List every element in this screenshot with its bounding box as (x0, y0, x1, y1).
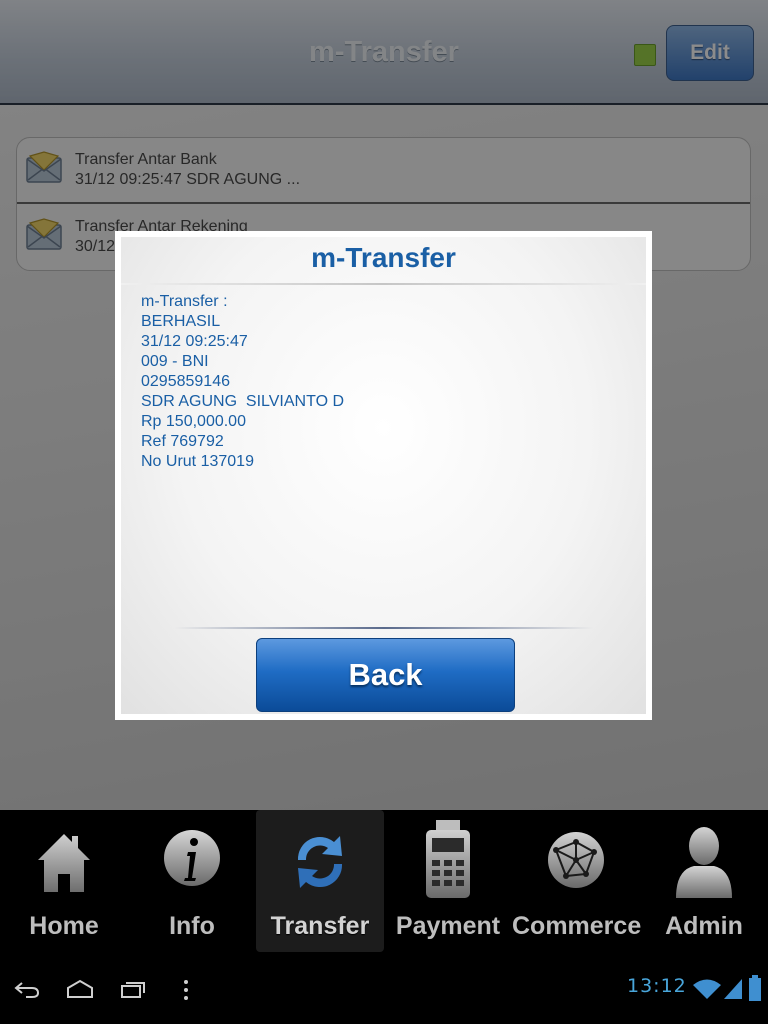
tab-bar: Home Info Transfer Payment Commerce Admi… (0, 810, 768, 965)
recent-apps-icon[interactable] (120, 979, 146, 999)
home-nav-icon[interactable] (66, 979, 94, 999)
info-icon (164, 830, 220, 886)
message-line: 0295859146 (141, 373, 230, 390)
transfer-result-dialog: m-Transfer m-Transfer : BERHASIL 31/12 0… (115, 231, 652, 720)
dialog-body: m-Transfer m-Transfer : BERHASIL 31/12 0… (121, 237, 646, 714)
admin-icon (676, 827, 732, 898)
tab-label: Payment (395, 912, 501, 940)
tab-info[interactable]: Info (128, 810, 256, 952)
tab-home[interactable]: Home (0, 810, 128, 952)
tab-label: Home (29, 912, 99, 940)
message-line: 31/12 09:25:47 (141, 333, 248, 350)
tab-transfer[interactable]: Transfer (256, 810, 384, 952)
signal-icon (724, 979, 742, 999)
tab-label: Admin (665, 912, 743, 940)
dialog-divider (121, 283, 646, 285)
tab-admin[interactable]: Admin (640, 810, 768, 952)
tab-label: Info (169, 912, 215, 940)
tab-label: Commerce (512, 912, 642, 940)
tab-payment[interactable]: Payment (384, 810, 512, 952)
transfer-icon (297, 836, 343, 888)
dialog-message: m-Transfer : BERHASIL 31/12 09:25:47 009… (141, 292, 344, 472)
system-bar: 13:12 (0, 965, 768, 1024)
clock: 13:12 (627, 975, 687, 997)
wifi-icon (693, 979, 721, 999)
message-line: SDR AGUNG SILVIANTO D (141, 393, 345, 410)
payment-icon (426, 820, 470, 898)
tab-commerce[interactable]: Commerce (512, 810, 642, 952)
tab-label: Transfer (270, 912, 370, 940)
message-line: Ref 769792 (141, 433, 224, 450)
message-line: 009 - BNI (141, 353, 209, 370)
message-line: No Urut 137019 (141, 453, 254, 470)
battery-icon (749, 975, 761, 1001)
back-button[interactable]: Back (256, 638, 515, 712)
message-line: BERHASIL (141, 313, 221, 330)
dialog-title: m-Transfer (311, 242, 456, 273)
back-icon[interactable] (14, 979, 40, 999)
dialog-divider (174, 627, 594, 629)
message-line: Rp 150,000.00 (141, 413, 246, 430)
home-icon (38, 834, 90, 892)
message-line: m-Transfer : (141, 293, 228, 310)
commerce-icon (548, 832, 604, 888)
menu-icon[interactable] (182, 979, 190, 1001)
